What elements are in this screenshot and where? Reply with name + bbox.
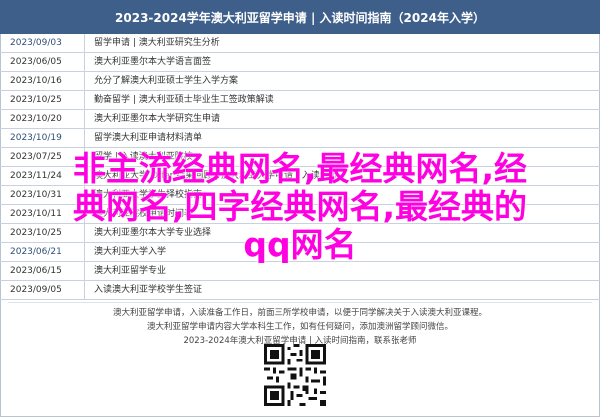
row-date: 2023/10/20: [10, 110, 85, 128]
footer-divider: [8, 302, 592, 303]
row-date: 2023/06/15: [10, 262, 85, 280]
row-date: 2023/09/03: [10, 34, 85, 52]
row-title[interactable]: 澳大利亚墨尔本大学语言面签: [94, 53, 594, 71]
table-row[interactable]: 2023/10/19 留学澳大利亚申请材料清单: [0, 129, 600, 148]
row-title[interactable]: 勤奋留学 | 澳大利亚硕士毕业生工签政策解读: [94, 91, 594, 109]
table-row[interactable]: 2023/06/15 澳大利亚留学专业: [0, 262, 600, 281]
row-title[interactable]: 入读澳大利亚学校学生签证: [94, 281, 594, 299]
table-row[interactable]: 2023/10/20 澳大利亚墨尔本大学研究生申请: [0, 110, 600, 129]
table-row[interactable]: 2023/09/05 入读澳大利亚学校学生签证: [0, 281, 600, 300]
qr-code-icon: [264, 344, 326, 406]
row-date: 2023/10/25: [10, 91, 85, 109]
page-title: 2023-2024学年澳大利亚留学申请 | 入读时间指南（2024年入学）: [115, 10, 485, 25]
table-row[interactable]: 2023/09/03 留学申请 | 澳大利亚研究生分析: [0, 34, 600, 53]
row-title[interactable]: 澳大利亚留学专业: [94, 262, 594, 280]
footer-line-2: 澳大利亚留学申请内容大学本科生工作，如有任何疑问，添加澳洲留学顾问微信。: [146, 322, 453, 332]
table-row[interactable]: 2023/10/25 勤奋留学 | 澳大利亚硕士毕业生工签政策解读: [0, 91, 600, 110]
row-date: 2023/10/19: [10, 129, 85, 147]
footer-line-1: 澳大利亚留学申请，入读准备工作日，前面三所学校申请，以便于同学解决关于入读澳大利…: [112, 308, 487, 318]
page-header: 2023-2024学年澳大利亚留学申请 | 入读时间指南（2024年入学）: [0, 0, 600, 34]
overlay-line-1: 非主流经典网名,最经典网名,经: [72, 149, 528, 188]
table-row[interactable]: 2023/10/16 允分了解澳大利亚硕士学生入学方案: [0, 72, 600, 91]
overlay-line-3: qq网名: [243, 225, 357, 264]
overlay-line-2: 典网名,四字经典网名,最经典的: [72, 187, 528, 226]
row-title[interactable]: 允分了解澳大利亚硕士学生入学方案: [94, 72, 594, 90]
row-date: 2023/10/16: [10, 72, 85, 90]
overlay-headline: 非主流经典网名,最经典网名,经 典网名,四字经典网名,最经典的 qq网名: [0, 150, 600, 264]
row-title[interactable]: 留学澳大利亚申请材料清单: [94, 129, 594, 147]
row-date: 2023/06/05: [10, 53, 85, 71]
table-row[interactable]: 2023/06/05 澳大利亚墨尔本大学语言面签: [0, 53, 600, 72]
row-title[interactable]: 澳大利亚墨尔本大学研究生申请: [94, 110, 594, 128]
row-title[interactable]: 留学申请 | 澳大利亚研究生分析: [94, 34, 594, 52]
row-date: 2023/09/05: [10, 281, 85, 299]
